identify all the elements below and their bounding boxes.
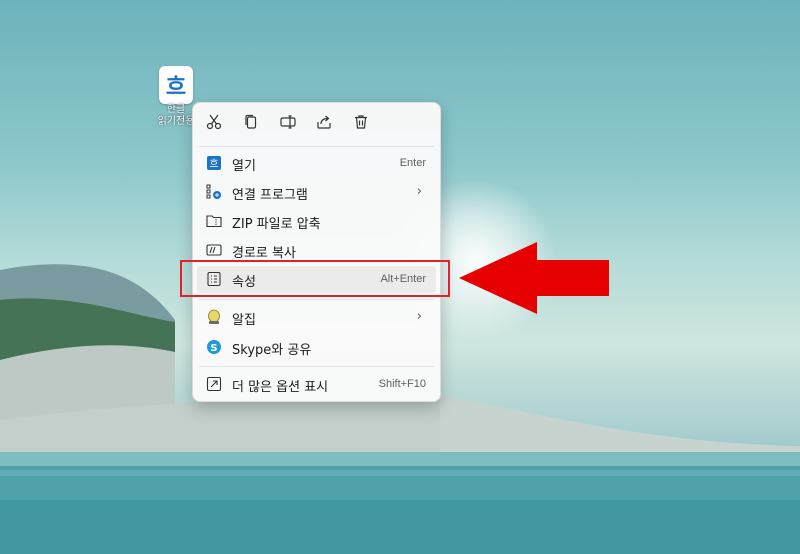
menu-item-label: ZIP 파일로 압축 xyxy=(232,217,321,232)
cut-button[interactable] xyxy=(201,111,227,137)
more-options-icon xyxy=(206,376,222,392)
menu-item-label: 열기 xyxy=(232,159,256,174)
rename-button[interactable] xyxy=(275,111,301,137)
copy-icon xyxy=(243,114,259,134)
svg-text:흐: 흐 xyxy=(209,158,218,170)
shortcut-label: Enter xyxy=(399,157,426,169)
menu-item-label: 더 많은 옵션 표시 xyxy=(232,380,329,395)
menu-item-alzip[interactable]: 알집 › xyxy=(197,304,436,331)
cut-icon xyxy=(206,114,222,134)
skype-icon: S xyxy=(206,339,222,355)
menu-item-more-options[interactable]: 더 많은 옵션 표시 Shift+F10 xyxy=(197,371,436,398)
chevron-right-icon: › xyxy=(416,309,422,324)
chevron-right-icon: › xyxy=(416,184,422,199)
menu-item-label: 경로로 복사 xyxy=(232,246,296,261)
copy-path-icon xyxy=(206,242,222,258)
menu-separator xyxy=(199,366,434,367)
menu-item-open-with[interactable]: 연결 프로그램 › xyxy=(197,179,436,206)
share-icon xyxy=(316,114,332,134)
menu-separator xyxy=(199,299,434,300)
menu-item-skype-share[interactable]: S Skype와 공유 xyxy=(197,334,436,361)
shortcut-label: Shift+F10 xyxy=(378,378,426,390)
context-menu-toolbar xyxy=(193,111,440,137)
svg-text:S: S xyxy=(210,343,217,354)
delete-button[interactable] xyxy=(348,111,374,137)
menu-separator xyxy=(199,146,434,147)
zip-folder-icon xyxy=(206,213,222,229)
menu-item-label: Skype와 공유 xyxy=(232,343,312,358)
menu-item-zip[interactable]: ZIP 파일로 압축 xyxy=(197,208,436,235)
rename-icon xyxy=(280,114,296,134)
copy-button[interactable] xyxy=(238,111,264,137)
menu-item-label: 연결 프로그램 xyxy=(232,188,308,203)
pointer-arrow-icon xyxy=(459,242,609,314)
delete-icon xyxy=(353,114,369,134)
alzip-icon xyxy=(206,309,222,325)
highlight-box xyxy=(180,260,450,297)
context-menu: 흐 열기 Enter 연결 프로그램 › ZIP 파일로 압축 경로로 복사 속… xyxy=(192,102,441,402)
menu-item-label: 알집 xyxy=(232,313,256,328)
hwp-document-icon: 흐 xyxy=(159,66,193,104)
open-with-icon xyxy=(206,184,222,200)
hwp-app-icon: 흐 xyxy=(206,155,222,171)
menu-item-open[interactable]: 흐 열기 Enter xyxy=(197,150,436,177)
share-button[interactable] xyxy=(311,111,337,137)
